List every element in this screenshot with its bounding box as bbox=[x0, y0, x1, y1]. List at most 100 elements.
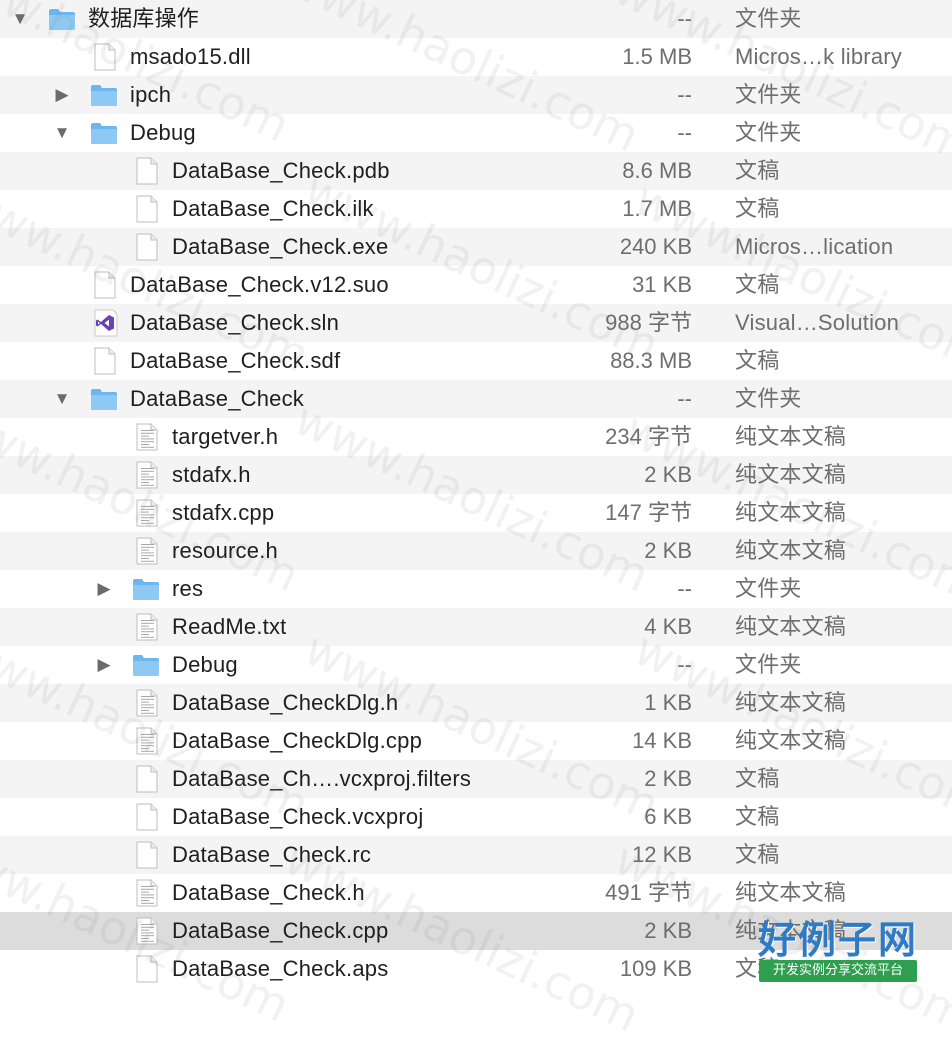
file-row[interactable]: DataBase_CheckDlg.h 1 KB 纯文本文稿 bbox=[0, 684, 952, 722]
file-kind: Visual…Solution bbox=[735, 310, 900, 335]
file-size: 8.6 MB bbox=[622, 158, 692, 183]
file-row[interactable]: DataBase_Check.aps 109 KB 文稿 bbox=[0, 950, 952, 988]
disclosure-triangle-collapsed-icon[interactable]: ▶ bbox=[93, 570, 115, 608]
file-name: DataBase_Check.exe bbox=[172, 234, 389, 259]
document-icon bbox=[132, 157, 160, 185]
file-name: targetver.h bbox=[172, 424, 279, 449]
file-size: 2 KB bbox=[644, 918, 692, 943]
disclosure-triangle-collapsed-icon[interactable]: ▶ bbox=[93, 646, 115, 684]
file-size: -- bbox=[677, 82, 692, 107]
document-icon bbox=[132, 195, 160, 223]
disclosure-triangle-collapsed-icon[interactable]: ▶ bbox=[51, 76, 73, 114]
file-size: 1.5 MB bbox=[622, 44, 692, 69]
text-file-icon bbox=[132, 613, 160, 641]
file-kind: 纯文本文稿 bbox=[735, 880, 847, 905]
file-name: stdafx.h bbox=[172, 462, 251, 487]
file-size: -- bbox=[677, 120, 692, 145]
file-row[interactable]: DataBase_Ch….vcxproj.filters 2 KB 文稿 bbox=[0, 760, 952, 798]
file-row[interactable]: msado15.dll 1.5 MB Micros…k library bbox=[0, 38, 952, 76]
file-size: 2 KB bbox=[644, 462, 692, 487]
file-kind: 文稿 bbox=[735, 272, 780, 297]
text-file-icon bbox=[132, 461, 160, 489]
file-kind: 文件夹 bbox=[735, 82, 802, 107]
file-kind: Micros…k library bbox=[735, 44, 902, 69]
file-kind: 文件夹 bbox=[735, 120, 802, 145]
file-kind: 文稿 bbox=[735, 348, 780, 373]
file-size: 988 字节 bbox=[605, 310, 692, 335]
file-size: 12 KB bbox=[632, 842, 692, 867]
file-size: 1.7 MB bbox=[622, 196, 692, 221]
folder-row[interactable]: ▼ 数据库操作 -- 文件夹 bbox=[0, 0, 952, 38]
file-row[interactable]: DataBase_Check.vcxproj 6 KB 文稿 bbox=[0, 798, 952, 836]
visual-studio-icon bbox=[90, 309, 118, 337]
file-row[interactable]: DataBase_Check.ilk 1.7 MB 文稿 bbox=[0, 190, 952, 228]
file-size: 234 字节 bbox=[605, 424, 692, 449]
file-kind: 纯文本文稿 bbox=[735, 538, 847, 563]
text-file-icon bbox=[132, 423, 160, 451]
folder-icon bbox=[132, 651, 160, 679]
folder-row[interactable]: ▶ Debug -- 文件夹 bbox=[0, 646, 952, 684]
folder-icon bbox=[90, 385, 118, 413]
folder-row[interactable]: ▶ ipch -- 文件夹 bbox=[0, 76, 952, 114]
file-kind: 文稿 bbox=[735, 196, 780, 221]
file-kind: 文件夹 bbox=[735, 6, 802, 31]
file-row[interactable]: DataBase_Check.pdb 8.6 MB 文稿 bbox=[0, 152, 952, 190]
file-row[interactable]: DataBase_Check.sdf 88.3 MB 文稿 bbox=[0, 342, 952, 380]
file-name: DataBase_Check.v12.suo bbox=[130, 272, 389, 297]
document-icon bbox=[132, 803, 160, 831]
file-row[interactable]: ReadMe.txt 4 KB 纯文本文稿 bbox=[0, 608, 952, 646]
file-name: DataBase_Check.sdf bbox=[130, 348, 341, 373]
file-name: DataBase_Check.rc bbox=[172, 842, 372, 867]
file-size: 109 KB bbox=[619, 956, 692, 981]
file-row[interactable]: targetver.h 234 字节 纯文本文稿 bbox=[0, 418, 952, 456]
file-size: 240 KB bbox=[619, 234, 692, 259]
file-row[interactable]: DataBase_Check.cpp 2 KB 纯文本文稿 bbox=[0, 912, 952, 950]
text-file-icon bbox=[132, 499, 160, 527]
file-name: DataBase_Check.aps bbox=[172, 956, 389, 981]
file-kind: 纯文本文稿 bbox=[735, 690, 847, 715]
file-kind: 文稿 bbox=[735, 766, 780, 791]
disclosure-triangle-expanded-icon[interactable]: ▼ bbox=[51, 380, 73, 418]
file-size: 2 KB bbox=[644, 538, 692, 563]
file-row[interactable]: stdafx.h 2 KB 纯文本文稿 bbox=[0, 456, 952, 494]
file-row[interactable]: DataBase_Check.rc 12 KB 文稿 bbox=[0, 836, 952, 874]
file-row[interactable]: DataBase_Check.exe 240 KB Micros…lication bbox=[0, 228, 952, 266]
text-file-icon bbox=[132, 537, 160, 565]
document-icon bbox=[132, 955, 160, 983]
file-size: -- bbox=[677, 6, 692, 31]
file-size: 4 KB bbox=[644, 614, 692, 639]
file-kind: Micros…lication bbox=[735, 234, 894, 259]
file-row[interactable]: DataBase_Check.sln 988 字节 Visual…Solution bbox=[0, 304, 952, 342]
file-kind: 文件夹 bbox=[735, 576, 802, 601]
file-name: DataBase_Check.cpp bbox=[172, 918, 389, 943]
folder-row[interactable]: ▶ res -- 文件夹 bbox=[0, 570, 952, 608]
disclosure-triangle-expanded-icon[interactable]: ▼ bbox=[51, 114, 73, 152]
text-file-icon bbox=[132, 727, 160, 755]
document-icon bbox=[90, 347, 118, 375]
file-size: -- bbox=[677, 576, 692, 601]
document-icon bbox=[132, 841, 160, 869]
file-size: 147 字节 bbox=[605, 500, 692, 525]
file-row[interactable]: DataBase_CheckDlg.cpp 14 KB 纯文本文稿 bbox=[0, 722, 952, 760]
folder-row[interactable]: ▼ Debug -- 文件夹 bbox=[0, 114, 952, 152]
file-name: ipch bbox=[130, 82, 172, 107]
file-row[interactable]: stdafx.cpp 147 字节 纯文本文稿 bbox=[0, 494, 952, 532]
file-kind: 文稿 bbox=[735, 956, 780, 981]
file-size: -- bbox=[677, 652, 692, 677]
file-kind: 纯文本文稿 bbox=[735, 424, 847, 449]
folder-icon bbox=[132, 575, 160, 603]
disclosure-triangle-expanded-icon[interactable]: ▼ bbox=[9, 0, 31, 38]
file-name: DataBase_Check.pdb bbox=[172, 158, 390, 183]
file-row[interactable]: resource.h 2 KB 纯文本文稿 bbox=[0, 532, 952, 570]
file-list: ▼ 数据库操作 -- 文件夹 msado15.dll 1.5 MB Micros…k lib… bbox=[0, 0, 952, 988]
file-kind: 纯文本文稿 bbox=[735, 462, 847, 487]
file-name: res bbox=[172, 576, 204, 601]
file-row[interactable]: DataBase_Check.v12.suo 31 KB 文稿 bbox=[0, 266, 952, 304]
file-kind: 纯文本文稿 bbox=[735, 918, 847, 943]
file-name: DataBase_CheckDlg.cpp bbox=[172, 728, 423, 753]
text-file-icon bbox=[132, 879, 160, 907]
folder-icon bbox=[90, 81, 118, 109]
file-row[interactable]: DataBase_Check.h 491 字节 纯文本文稿 bbox=[0, 874, 952, 912]
folder-row[interactable]: ▼ DataBase_Check -- 文件夹 bbox=[0, 380, 952, 418]
file-kind: 纯文本文稿 bbox=[735, 728, 847, 753]
